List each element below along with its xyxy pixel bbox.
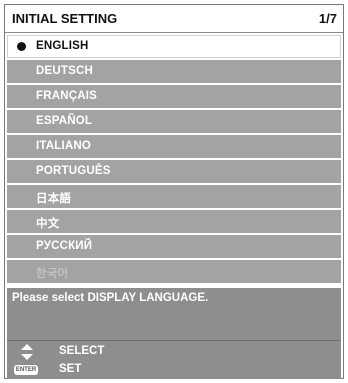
selected-dot-icon bbox=[17, 42, 26, 51]
initial-setting-dialog: INITIAL SETTING 1/7 ENGLISH DEUTSCH FRAN… bbox=[4, 4, 344, 379]
language-label: РУССКИЙ bbox=[36, 240, 93, 252]
up-down-arrow-icon bbox=[21, 344, 33, 360]
language-item-espanol[interactable]: ESPAÑOL bbox=[7, 110, 341, 133]
language-item-japanese[interactable]: 日本語 bbox=[7, 185, 341, 208]
language-label: FRANÇAIS bbox=[36, 90, 98, 102]
language-label: ESPAÑOL bbox=[36, 115, 93, 127]
language-item-italiano[interactable]: ITALIANO bbox=[7, 135, 341, 158]
enter-key-icon: ENTER bbox=[14, 365, 38, 375]
language-label: 中文 bbox=[36, 218, 60, 230]
select-hint: SELECT bbox=[7, 344, 207, 360]
set-hint: ENTER SET bbox=[7, 362, 207, 378]
page-indicator: 1/7 bbox=[318, 11, 337, 26]
language-label: ITALIANO bbox=[36, 140, 92, 152]
select-label: SELECT bbox=[59, 345, 105, 357]
language-item-english[interactable]: ENGLISH bbox=[7, 35, 341, 58]
language-label: PORTUGUÊS bbox=[36, 165, 111, 177]
language-item-portugues[interactable]: PORTUGUÊS bbox=[7, 160, 341, 183]
language-label: 한국어 bbox=[36, 268, 69, 280]
language-item-deutsch[interactable]: DEUTSCH bbox=[7, 60, 341, 83]
language-list: ENGLISH DEUTSCH FRANÇAIS ESPAÑOL ITALIAN… bbox=[7, 35, 341, 285]
language-label: ENGLISH bbox=[36, 40, 89, 52]
title-bar: INITIAL SETTING 1/7 bbox=[5, 5, 343, 33]
dialog-title: INITIAL SETTING bbox=[12, 11, 118, 26]
message-panel: Please select DISPLAY LANGUAGE. bbox=[7, 288, 341, 340]
language-item-francais[interactable]: FRANÇAIS bbox=[7, 85, 341, 108]
language-item-chinese[interactable]: 中文 bbox=[7, 210, 341, 233]
language-label: DEUTSCH bbox=[36, 65, 93, 77]
instruction-message: Please select DISPLAY LANGUAGE. bbox=[12, 292, 209, 304]
language-label: 日本語 bbox=[36, 193, 72, 205]
language-item-russian[interactable]: РУССКИЙ bbox=[7, 235, 341, 258]
set-label: SET bbox=[59, 363, 82, 375]
language-item-korean[interactable]: 한국어 bbox=[7, 260, 341, 283]
button-guide: SELECT ENTER SET bbox=[7, 340, 341, 379]
